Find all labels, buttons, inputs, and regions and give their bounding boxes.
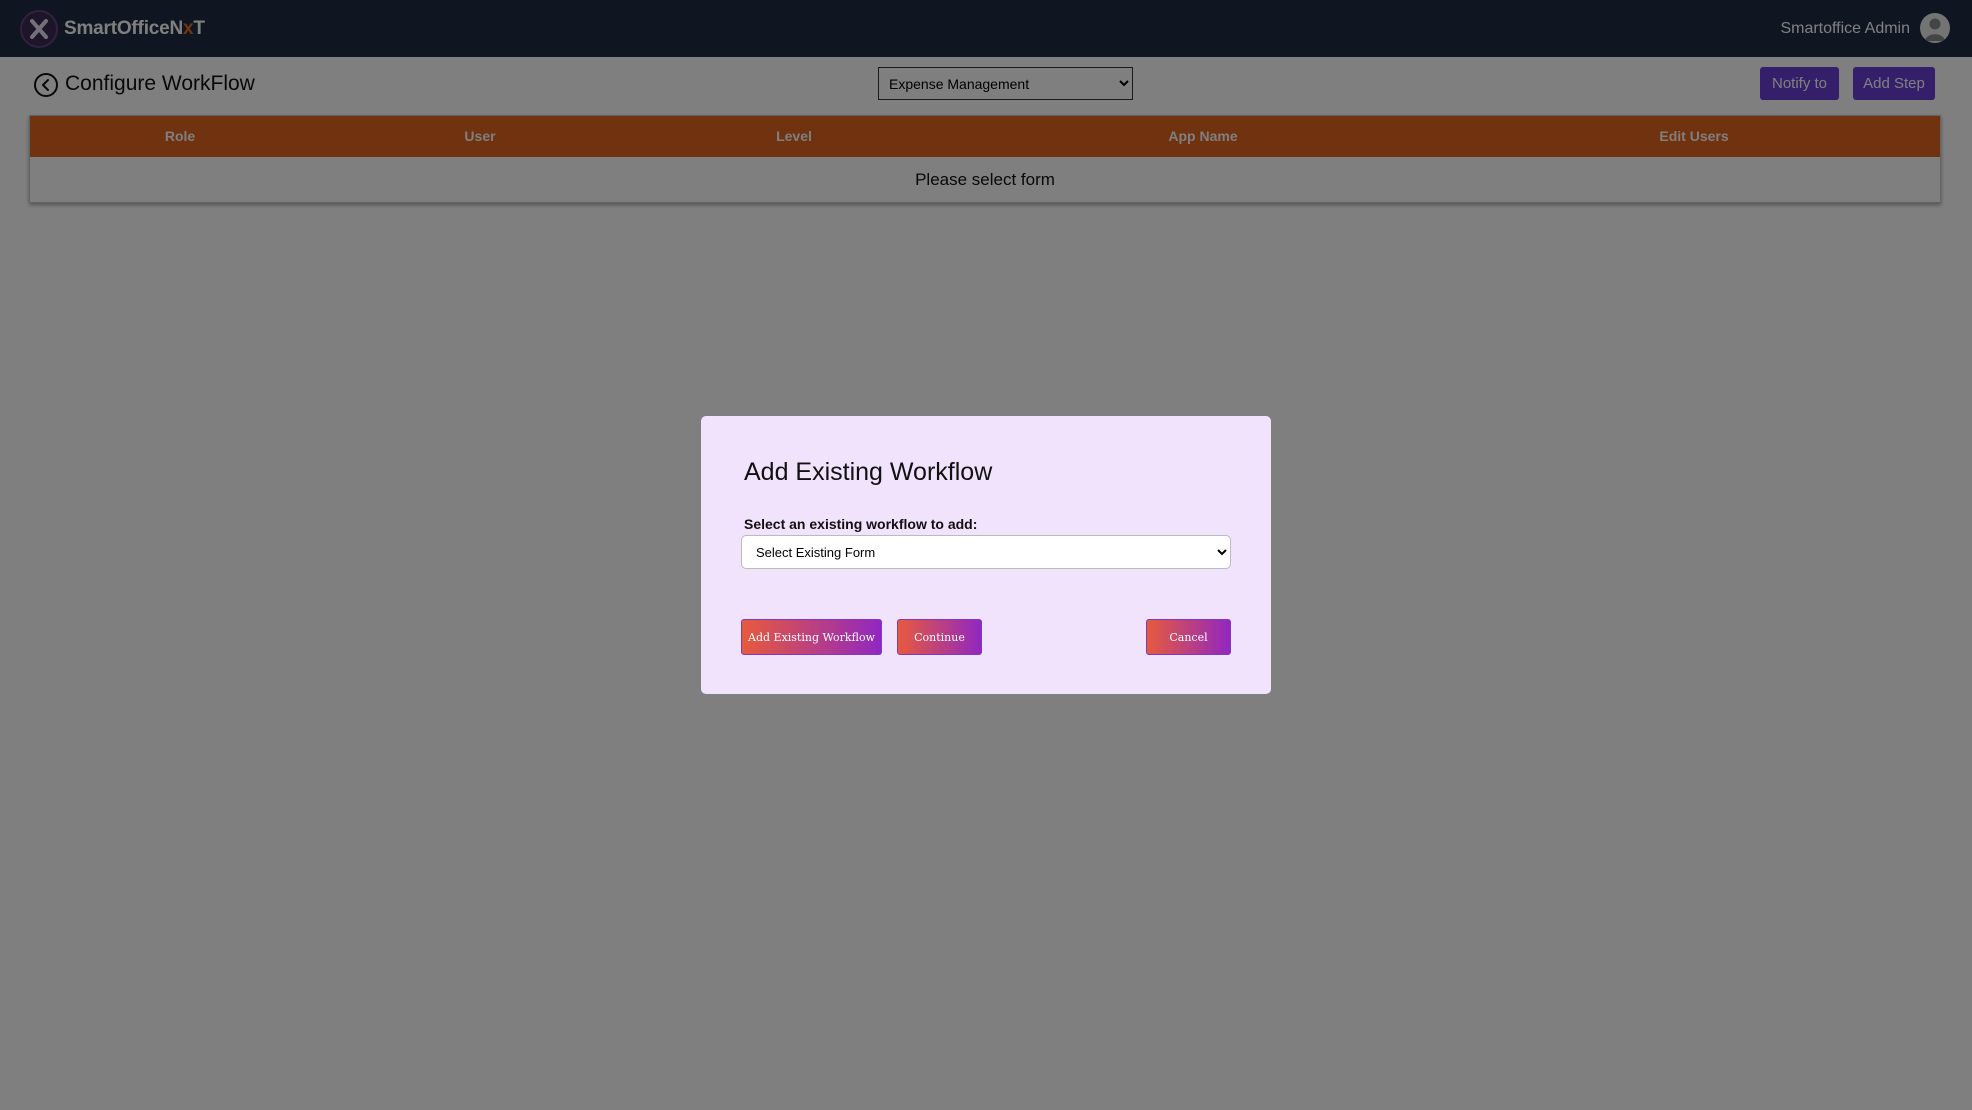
cancel-button[interactable]: Cancel (1146, 619, 1231, 655)
modal-title: Add Existing Workflow (744, 458, 993, 486)
add-existing-workflow-modal: Add Existing Workflow Select an existing… (701, 416, 1271, 694)
add-existing-workflow-button[interactable]: Add Existing Workflow (741, 619, 882, 655)
existing-workflow-select[interactable]: Select Existing Form (741, 535, 1231, 569)
modal-select-label: Select an existing workflow to add: (744, 516, 978, 532)
continue-button[interactable]: Continue (897, 619, 982, 655)
